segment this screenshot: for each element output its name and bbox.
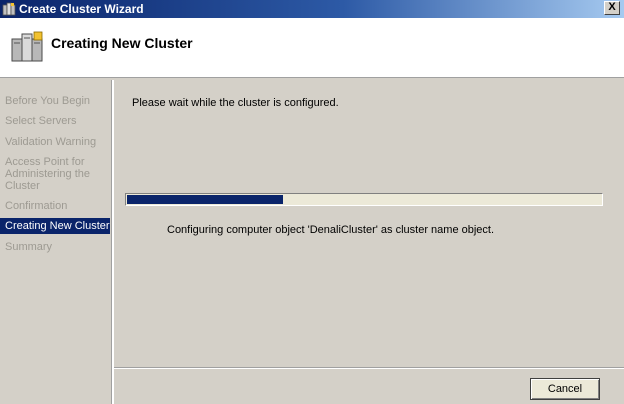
- window-title: Create Cluster Wizard: [19, 2, 144, 16]
- wizard-steps-nav: Before You Begin Select Servers Validati…: [0, 80, 112, 404]
- wizard-header: Creating New Cluster: [0, 18, 624, 78]
- nav-step-summary: Summary: [5, 241, 53, 253]
- cluster-servers-icon: [10, 30, 44, 64]
- cancel-button[interactable]: Cancel: [530, 378, 600, 400]
- status-message: Configuring computer object 'DenaliClust…: [167, 224, 495, 236]
- footer-divider: [114, 367, 624, 369]
- progress-bar: [125, 193, 603, 206]
- nav-step-access-point-line-1: Access Point for: [5, 156, 85, 168]
- progress-bar-fill: [127, 195, 283, 204]
- nav-step-access-point-line-3: Cluster: [5, 180, 40, 192]
- main-content: Please wait while the cluster is configu…: [114, 80, 624, 368]
- page-title: Creating New Cluster: [51, 35, 193, 51]
- title-bar: Create Cluster Wizard X: [0, 0, 624, 18]
- nav-step-confirmation: Confirmation: [5, 200, 68, 212]
- close-button[interactable]: X: [604, 1, 620, 15]
- create-cluster-wizard-window: Create Cluster Wizard X Creating New Clu…: [0, 0, 624, 404]
- nav-step-before-you-begin: Before You Begin: [5, 95, 91, 107]
- nav-step-creating-new-cluster: Creating New Cluster: [0, 218, 110, 234]
- nav-step-access-point-line-2: Administering the: [5, 168, 90, 180]
- nav-step-select-servers: Select Servers: [5, 115, 77, 127]
- wait-message: Please wait while the cluster is configu…: [132, 97, 339, 109]
- nav-step-validation-warning: Validation Warning: [5, 136, 97, 148]
- cluster-servers-icon: [2, 2, 16, 16]
